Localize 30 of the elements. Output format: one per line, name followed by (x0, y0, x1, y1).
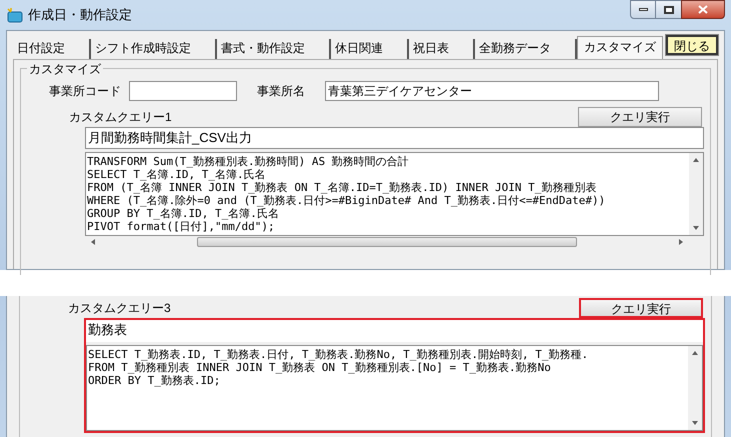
office-code-field[interactable] (129, 81, 237, 101)
query-name-field[interactable]: 勤務表 (86, 320, 703, 342)
tab[interactable]: カスタマイズ (577, 36, 663, 59)
run-query-button[interactable]: クエリ実行 (578, 107, 702, 127)
scroll-up-icon[interactable] (691, 349, 699, 357)
query-name-field[interactable]: 月間勤務時間集計_CSV出力 (85, 127, 704, 149)
office-code-label: 事業所コード (49, 83, 121, 100)
scroll-down-icon[interactable] (692, 224, 700, 232)
office-name-label: 事業所名 (257, 83, 305, 100)
close-icon (698, 5, 708, 14)
window-title: 作成日・動作設定 (28, 6, 132, 24)
minimize-button[interactable] (630, 0, 656, 19)
group-title: カスタマイズ (27, 60, 103, 78)
close-button[interactable]: 閉じる (666, 35, 718, 55)
scroll-up-icon[interactable] (692, 156, 700, 164)
query-label: カスタムクエリー1 (69, 109, 172, 126)
scroll-right-icon[interactable] (677, 238, 685, 246)
maximize-button[interactable] (656, 0, 681, 19)
sql-field[interactable]: SELECT T_勤務表.ID, T_勤務表.日付, T_勤務表.勤務No, T_勤務種別表.開始時刻, T_勤務種. FROM T_勤務種別表 INNER JOIN T_勤務表 ON T_勤務種別表.[No] = T_勤務表.勤務No ORDER BY T_勤務表.ID; (86, 345, 703, 431)
office-name-field[interactable]: 青葉第三デイケアセンター (325, 81, 659, 101)
query-label: カスタムクエリー3 (68, 300, 171, 317)
scroll-down-icon[interactable] (691, 419, 699, 427)
sql-field[interactable]: TRANSFORM Sum(T_勤務種別表.勤務時間) AS 勤務時間の合計 SELECT T_名簿.ID, T_名簿.氏名 FROM (T_名簿 INNER JOIN T_勤務表 ON T_名簿.ID=T_勤務表.ID) INNER JOIN T_勤務種別表 WHERE (T_名簿.除外=0 and (T_勤務表.日付>=#BiginDate# And T_勤務表.日付<=#EndDate#)) GROUP BY T_名簿.ID, T_名簿.氏名 PIVOT format([日付],"mm/dd"); (85, 152, 704, 236)
scroll-left-icon[interactable] (89, 238, 97, 246)
app-icon (6, 7, 24, 23)
vertical-scrollbar[interactable] (689, 153, 703, 235)
close-window-button[interactable] (681, 0, 725, 19)
run-query-button[interactable]: クエリ実行 (579, 298, 703, 318)
scrollbar-thumb[interactable] (197, 237, 577, 247)
vertical-scrollbar[interactable] (688, 346, 702, 430)
